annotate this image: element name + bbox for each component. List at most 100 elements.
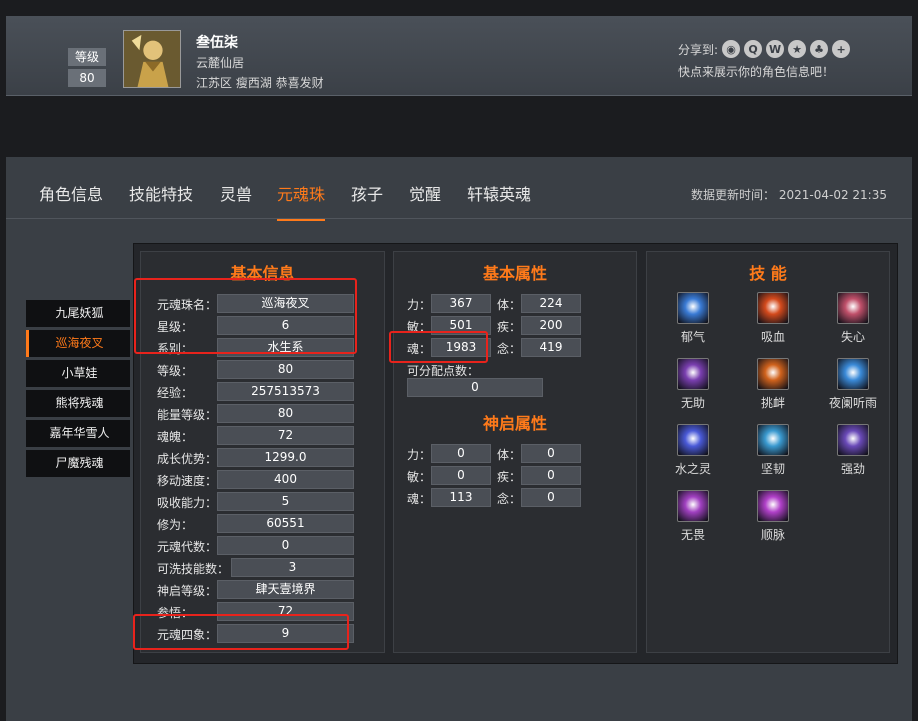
skill-item[interactable]: 失心 — [823, 292, 883, 345]
soul-item[interactable]: 熊将残魂 — [26, 390, 130, 417]
basic-info-value: 水生系 — [217, 338, 354, 357]
basic-info-value: 72 — [217, 602, 354, 621]
basic-info-row: 吸收能力： 5 — [157, 492, 367, 512]
soul-item[interactable]: 嘉年华雪人 — [26, 420, 130, 447]
basic-info-value: 80 — [217, 360, 354, 379]
basic-info-row: 修为： 60551 — [157, 514, 367, 534]
tab-skills[interactable]: 技能特技 — [129, 181, 193, 219]
basic-info-label: 元魂代数： — [157, 540, 218, 554]
skill-item[interactable]: 水之灵 — [663, 424, 723, 477]
soul-item[interactable]: 九尾妖狐 — [26, 300, 130, 327]
soul-list: 九尾妖狐 巡海夜叉 小草娃 熊将残魂 嘉年华雪人 尸魔残魂 — [26, 300, 130, 480]
attribute-label: 体： — [497, 298, 522, 312]
attribute-label: 疾： — [497, 320, 522, 334]
character-guild: 江苏区 瘦西湖 恭喜发财 — [196, 76, 324, 90]
share-bar: 分享到: ◉ Q W ★ ♣ + — [678, 40, 851, 58]
attributes-column: 基本属性 力： 367 体： 224 敏： 501 疾： 200 魂： 1983 念： 419 可分配… — [393, 251, 637, 653]
skill-label: 无助 — [680, 396, 705, 410]
tab-xuanyuan-soul[interactable]: 轩辕英魂 — [467, 181, 531, 219]
basic-info-title: 基本信息 — [230, 264, 295, 283]
share-tip: 快点来展示你的角色信息吧！ — [678, 65, 835, 79]
soul-item[interactable]: 小草娃 — [26, 360, 130, 387]
basic-info-value: 5 — [217, 492, 354, 511]
attribute-row: 魂： 113 念： 0 — [407, 488, 627, 508]
attribute-label: 敏： — [407, 320, 432, 334]
attribute-value: 113 — [431, 488, 491, 507]
attribute-row: 敏： 0 疾： 0 — [407, 466, 627, 486]
skill-item[interactable]: 吸血 — [743, 292, 803, 345]
skill-item[interactable]: 挑衅 — [743, 358, 803, 411]
attribute-label: 念： — [497, 342, 522, 356]
level-value: 80 — [68, 69, 106, 87]
skill-item[interactable]: 无助 — [663, 358, 723, 411]
tenacity-icon[interactable] — [757, 424, 789, 456]
star-icon[interactable]: ★ — [788, 40, 807, 58]
skill-item[interactable]: 坚韧 — [743, 424, 803, 477]
attribute-value: 224 — [521, 294, 581, 313]
vigor-icon[interactable] — [837, 424, 869, 456]
smooth-pulse-icon[interactable] — [757, 490, 789, 522]
attribute-label: 念： — [497, 492, 522, 506]
wechat-icon[interactable]: ◉ — [722, 40, 741, 58]
fearless-icon[interactable] — [677, 490, 709, 522]
skill-label: 顺脉 — [760, 528, 785, 542]
plus-icon[interactable]: + — [832, 40, 851, 58]
tab-soul-orb[interactable]: 元魂珠 — [277, 181, 326, 221]
soul-item[interactable]: 尸魔残魂 — [26, 450, 130, 477]
skill-item[interactable]: 强劲 — [823, 424, 883, 477]
basic-info-row: 移动速度： 400 — [157, 470, 367, 490]
tencent-icon[interactable]: ♣ — [810, 40, 829, 58]
basic-info-value: 257513573 — [217, 382, 354, 401]
basic-info-label: 移动速度： — [157, 474, 218, 488]
free-points-value: 0 — [407, 378, 543, 397]
basic-info-label: 成长优势： — [157, 452, 218, 466]
attribute-row: 力： 0 体： 0 — [407, 444, 627, 464]
qq-icon[interactable]: Q — [744, 40, 763, 58]
night-rain-icon[interactable] — [837, 358, 869, 390]
basic-info-label: 经验： — [157, 386, 194, 400]
attribute-row: 敏： 501 疾： 200 — [407, 316, 627, 336]
share-label: 分享到: — [678, 42, 719, 57]
skill-item[interactable]: 郁气 — [663, 292, 723, 345]
attribute-row: 魂： 1983 念： 419 — [407, 338, 627, 358]
basic-info-value: 肆天壹境界 — [217, 580, 354, 599]
basic-info-label: 修为： — [157, 518, 194, 532]
basic-info-value: 6 — [217, 316, 354, 335]
skill-item[interactable]: 无畏 — [663, 490, 723, 543]
blood-drain-icon[interactable] — [757, 292, 789, 324]
basic-info-value: 72 — [217, 426, 354, 445]
character-server: 云麓仙居 — [196, 56, 245, 70]
basic-info-row: 魂魄： 72 — [157, 426, 367, 446]
tab-awakening[interactable]: 觉醒 — [409, 181, 441, 219]
basic-info-row: 元魂代数： 0 — [157, 536, 367, 556]
attribute-label: 魂： — [407, 492, 432, 506]
attribute-row: 力： 367 体： 224 — [407, 294, 627, 314]
attribute-value: 0 — [521, 488, 581, 507]
helpless-icon[interactable] — [677, 358, 709, 390]
skill-label: 吸血 — [760, 330, 785, 344]
tab-children[interactable]: 孩子 — [351, 181, 383, 219]
basic-info-column: 基本信息 元魂珠名： 巡海夜叉 星级： 6 系别： 水生系 等级： 80 经验： 25751357… — [140, 251, 385, 653]
water-spirit-icon[interactable] — [677, 424, 709, 456]
taunt-icon[interactable] — [757, 358, 789, 390]
basic-info-value: 巡海夜叉 — [217, 294, 354, 313]
tab-pets[interactable]: 灵兽 — [220, 181, 252, 219]
skill-label: 强劲 — [840, 462, 865, 476]
skill-item[interactable]: 顺脉 — [743, 490, 803, 543]
skill-label: 水之灵 — [674, 462, 711, 476]
basic-attrs-title: 基本属性 — [482, 264, 547, 283]
attribute-label: 疾： — [497, 470, 522, 484]
tab-character-info[interactable]: 角色信息 — [39, 181, 103, 219]
weibo-icon[interactable]: W — [766, 40, 785, 58]
basic-info-label: 等级： — [157, 364, 194, 378]
skill-item[interactable]: 夜阑听雨 — [823, 358, 883, 411]
mind-loss-icon[interactable] — [837, 292, 869, 324]
wind-spirit-icon[interactable] — [677, 292, 709, 324]
skill-label: 挑衅 — [760, 396, 785, 410]
basic-info-row: 元魂珠名： 巡海夜叉 — [157, 294, 367, 314]
basic-info-row: 系别： 水生系 — [157, 338, 367, 358]
soul-item[interactable]: 巡海夜叉 — [26, 330, 130, 357]
skill-label: 坚韧 — [760, 462, 785, 476]
attribute-value: 0 — [521, 466, 581, 485]
skill-label: 夜阑听雨 — [828, 396, 877, 410]
